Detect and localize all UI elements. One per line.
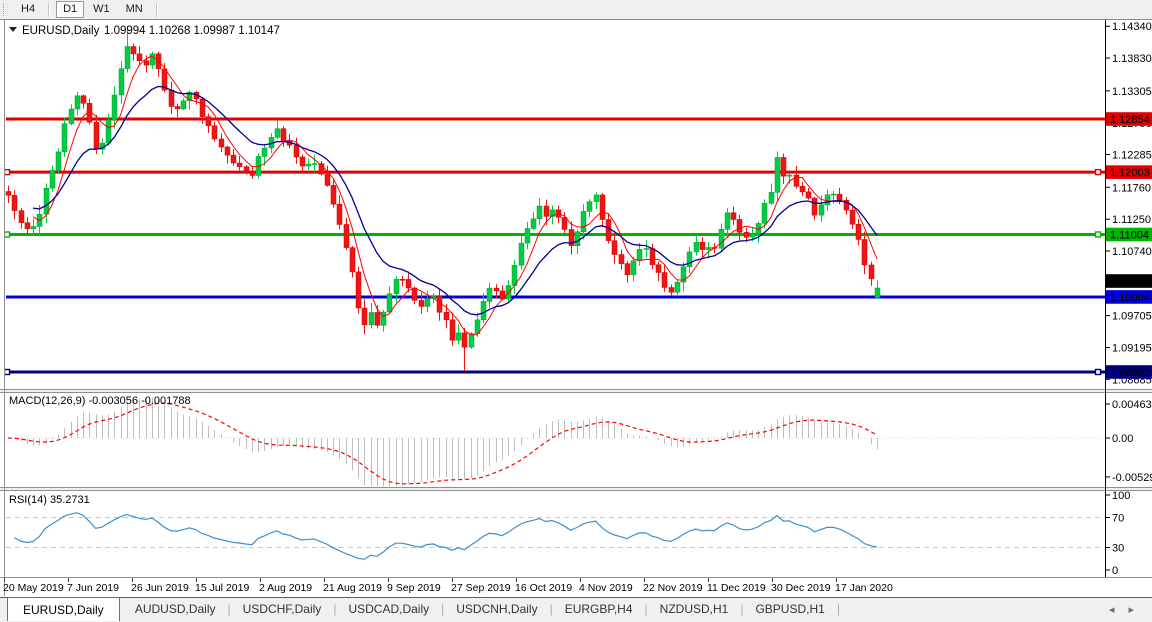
rsi-tick-label: 0 [1112,565,1118,577]
chart-tab-usdcnh-daily[interactable]: USDCNH,Daily [444,598,549,622]
timeframe-toolbar: H4 D1W1MN [0,0,1152,20]
main-price-panel [5,26,1106,374]
rsi-line [14,513,877,560]
line-handle[interactable] [5,369,10,374]
price-marker-text: 1.08802 [1110,367,1150,379]
chart-title-symbol: EURUSD,Daily [22,25,100,37]
date-label: 17 Jan 2020 [835,582,893,594]
price-marker-text: 1.10004 [1110,292,1150,304]
chart-tab-audusd-daily[interactable]: AUDUSD,Daily [123,598,228,622]
price-tick-label: 1.09195 [1112,342,1152,354]
rsi-indicator-label: RSI(14) 35.2731 [9,494,90,506]
line-handle[interactable] [1096,232,1101,237]
macd-panel [6,398,1105,494]
toolbar-separator [48,3,50,17]
price-tick-label: 1.12285 [1112,150,1152,162]
price-tick-label: 1.11760 [1112,182,1151,194]
line-handle[interactable] [5,170,10,175]
price-tick-label: 1.11250 [1112,214,1151,226]
ma-slow-line [33,87,877,315]
date-label: 26 Jun 2019 [131,582,189,594]
mt4-window: H4 D1W1MN 1.143401.138301.133051.127901.1… [0,0,1152,622]
price-tick-label: 1.14340 [1112,21,1152,33]
macd-tick-label: 0.00 [1112,433,1133,445]
macd-signal-line [8,403,877,484]
price-tick-label: 1.10740 [1112,246,1152,258]
price-marker-text: 1.12854 [1110,114,1150,126]
date-label: 16 Oct 2019 [515,582,572,594]
date-label: 4 Nov 2019 [579,582,633,594]
ma-fast-line [33,56,877,335]
tab-separator: | [837,598,840,622]
tabs-scroll-left-icon[interactable]: ◂ [1109,604,1129,616]
tabs-scroll-right-icon[interactable]: ▸ [1128,604,1148,616]
date-label: 21 Aug 2019 [323,582,382,594]
macd-indicator-label: MACD(12,26,9) -0.003056 -0.001788 [9,395,191,407]
timeframe-button-h4[interactable]: H4 [14,1,42,18]
price-marker-text: 1.11004 [1110,230,1149,242]
date-label: 2 Aug 2019 [259,582,312,594]
chart-tabs-bar: EURUSD,Daily|AUDUSD,Daily|USDCHF,Daily|U… [0,597,1152,622]
rsi-tick-label: 70 [1112,513,1124,525]
candles-layer [6,26,880,371]
rsi-tick-label: 100 [1112,490,1130,502]
date-axis: 20 May 20197 Jun 2019 26 Jun 2019 15 Jul 2… [3,578,893,594]
chart-title-ohlc: 1.09994 1.10268 1.09987 1.10147 [104,25,280,37]
chart-tab-nzdusd-h1[interactable]: NZDUSD,H1 [648,598,741,622]
chart-tab-eurgbp-h4[interactable]: EURGBP,H4 [553,598,645,622]
macd-tick-label: 0.00463 [1112,399,1152,411]
date-label: 11 Dec 2019 [707,582,766,594]
symbol-dropdown-icon[interactable] [9,27,17,32]
date-label: 15 Jul 2019 [195,582,249,594]
chart-tab-usdchf-daily[interactable]: USDCHF,Daily [231,598,334,622]
price-tick-label: 1.09705 [1112,311,1152,323]
price-tick-label: 1.13830 [1112,53,1152,65]
date-label: 22 Nov 2019 [643,582,703,594]
date-label: 9 Sep 2019 [387,582,441,594]
timeframe-button-d1[interactable]: D1 [56,1,84,18]
date-label: 7 Jun 2019 [67,582,119,594]
line-handle[interactable] [1096,369,1101,374]
chart-canvas: 1.143401.138301.133051.127901.122851.117… [0,0,1152,622]
date-label: 30 Dec 2019 [771,582,831,594]
price-marker-text: 1.10147 [1110,276,1150,288]
toolbar-separator [156,3,158,17]
chart-tab-usdcad-daily[interactable]: USDCAD,Daily [336,598,441,622]
chart-tab-eurusd-daily[interactable]: EURUSD,Daily [7,597,120,621]
timeframe-button-w1[interactable]: W1 [86,1,117,18]
rsi-tick-label: 30 [1112,543,1124,555]
price-tick-label: 1.13305 [1112,86,1152,98]
date-label: 20 May 2019 [3,582,64,594]
timeframe-button-mn[interactable]: MN [119,1,150,18]
line-handle[interactable] [1096,170,1101,175]
rsi-panel [6,513,1105,560]
chart-tab-gbpusd-h1[interactable]: GBPUSD,H1 [743,598,836,622]
price-marker-text: 1.12003 [1110,167,1150,179]
date-label: 27 Sep 2019 [451,582,511,594]
price-axis: 1.143401.138301.133051.127901.122851.117… [1105,21,1152,577]
line-handle[interactable] [5,232,10,237]
toolbar-drag-handle-icon[interactable] [3,3,8,16]
macd-tick-label: -0.005299 [1112,472,1152,484]
